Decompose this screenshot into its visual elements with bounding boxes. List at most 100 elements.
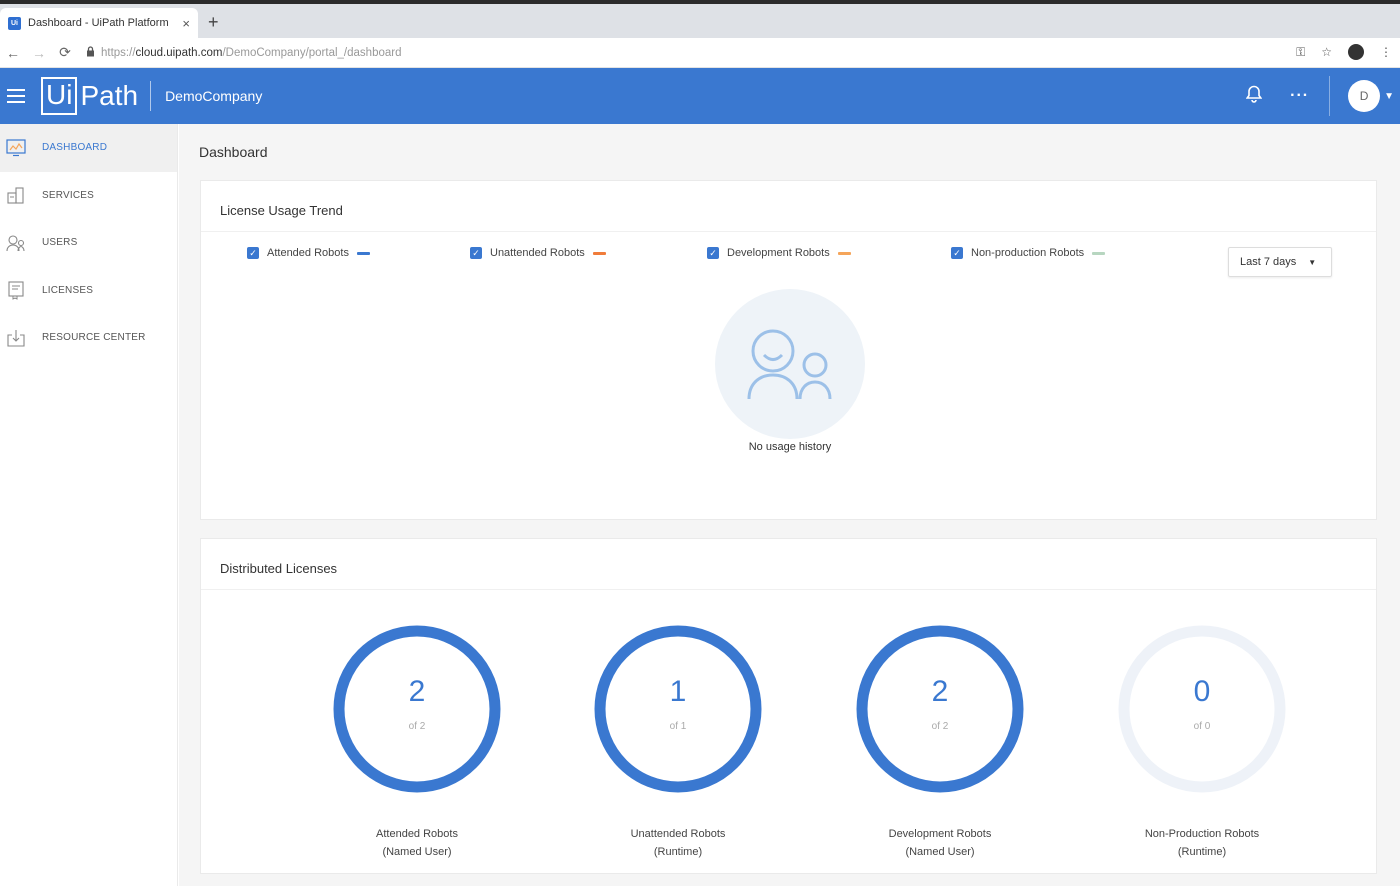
- donut-total: of 2: [408, 721, 426, 732]
- key-icon[interactable]: ⚿: [1296, 45, 1305, 60]
- notifications-bell-icon[interactable]: [1245, 85, 1263, 108]
- donut-value: 0: [1193, 675, 1211, 708]
- app-header: Ui Path DemoCompany ··· D ▼: [0, 68, 1400, 124]
- donut-total: of 0: [1193, 721, 1211, 732]
- address-bar: ← → ⟳ https://cloud.uipath.com/DemoCompa…: [0, 38, 1400, 68]
- card-title: Distributed Licenses: [201, 539, 1376, 590]
- licenses-icon: [6, 280, 26, 301]
- url-field[interactable]: https://cloud.uipath.com/DemoCompany/por…: [101, 47, 401, 59]
- browser-tab[interactable]: Ui Dashboard - UiPath Platform ×: [0, 8, 198, 38]
- donut-arc: [594, 625, 762, 793]
- donut-ring: [594, 625, 762, 793]
- donut-ring: [333, 625, 501, 793]
- donut-total: of 2: [931, 721, 949, 732]
- time-range-value: Last 7 days: [1240, 256, 1297, 268]
- donut-label: Non-Production Robots (Runtime): [1112, 825, 1292, 861]
- caret-down-icon: ▼: [1308, 257, 1317, 267]
- donut-attended-robots: 2 of 2 Attended Robots (Named User): [327, 619, 507, 861]
- tab-title: Dashboard - UiPath Platform: [28, 17, 169, 29]
- card-title: License Usage Trend: [201, 181, 1376, 232]
- donut-label: Unattended Robots (Runtime): [588, 825, 768, 861]
- dashboard-icon: [6, 138, 26, 158]
- legend-non-production-robots[interactable]: ✓ Non-production Robots: [951, 247, 1106, 259]
- donut-label-line2: (Named User): [905, 846, 975, 858]
- legend-swatch: [592, 251, 606, 255]
- legend-unattended-robots[interactable]: ✓ Unattended Robots: [470, 247, 606, 259]
- uipath-favicon-icon: Ui: [8, 16, 21, 30]
- donut-label-line1: Attended Robots: [376, 828, 458, 840]
- legend-swatch: [837, 251, 851, 255]
- donut-value: 2: [931, 675, 949, 708]
- donut-label-line1: Non-Production Robots: [1144, 828, 1260, 840]
- donut-total: of 1: [669, 721, 687, 732]
- header-divider: [150, 81, 152, 111]
- donut-label-line2: (Runtime): [653, 846, 703, 858]
- forward-icon[interactable]: →: [26, 45, 52, 61]
- legend-label: Unattended Robots: [490, 247, 585, 259]
- more-options-icon[interactable]: ···: [1290, 87, 1309, 105]
- hamburger-menu-icon[interactable]: [7, 89, 25, 103]
- legend-development-robots[interactable]: ✓ Development Robots: [707, 247, 851, 259]
- empty-state-text: No usage history: [748, 441, 832, 453]
- checkbox-checked-icon[interactable]: ✓: [951, 247, 963, 259]
- sidebar-item-users[interactable]: USERS: [0, 219, 177, 267]
- time-range-select[interactable]: Last 7 days ▼: [1228, 247, 1332, 277]
- checkbox-checked-icon[interactable]: ✓: [470, 247, 482, 259]
- back-icon[interactable]: ←: [0, 45, 26, 61]
- lock-icon: [86, 45, 95, 60]
- chevron-down-icon[interactable]: ▼: [1384, 91, 1394, 102]
- donut-arc: [856, 625, 1024, 793]
- browser-profile-icon[interactable]: [1348, 44, 1364, 60]
- sidebar-item-dashboard[interactable]: DASHBOARD: [0, 124, 177, 172]
- address-bar-actions: ⚿ ☆ ⋮: [1296, 44, 1392, 60]
- legend-label: Attended Robots: [267, 247, 349, 259]
- sidebar-item-services[interactable]: SERVICES: [0, 172, 177, 220]
- legend-label: Non-production Robots: [971, 247, 1085, 259]
- donut-label-line1: Unattended Robots: [630, 828, 726, 840]
- main-content: Dashboard License Usage Trend ✓ Attended…: [179, 124, 1400, 886]
- legend-swatch: [1092, 251, 1106, 255]
- license-usage-trend-card: License Usage Trend ✓ Attended Robots ✓ …: [200, 180, 1377, 520]
- browser-tabstrip: Ui Dashboard - UiPath Platform × +: [0, 4, 1400, 38]
- company-name[interactable]: DemoCompany: [165, 88, 262, 104]
- donut-value: 2: [408, 675, 426, 708]
- logo-ui: Ui: [41, 77, 78, 115]
- bookmark-star-icon[interactable]: ☆: [1321, 45, 1332, 59]
- checkbox-checked-icon[interactable]: ✓: [707, 247, 719, 259]
- legend-label: Development Robots: [727, 247, 830, 259]
- legend-attended-robots[interactable]: ✓ Attended Robots: [247, 247, 370, 259]
- header-separator: [1329, 76, 1331, 116]
- sidebar-item-licenses[interactable]: LICENSES: [0, 267, 177, 315]
- checkbox-checked-icon[interactable]: ✓: [247, 247, 259, 259]
- sidebar-item-label: LICENSES: [42, 284, 94, 296]
- sidebar-item-resource-center[interactable]: RESOURCE CENTER: [0, 314, 177, 362]
- header-actions: ··· D ▼: [1245, 68, 1400, 124]
- user-avatar[interactable]: D: [1348, 80, 1381, 112]
- users-icon: [6, 233, 26, 253]
- donut-value: 1: [669, 675, 687, 708]
- sidebar-item-label: SERVICES: [42, 189, 94, 201]
- donut-development-robots: 2 of 2 Development Robots (Named User): [850, 619, 1030, 861]
- new-tab-button[interactable]: +: [208, 12, 219, 33]
- donut-label: Attended Robots (Named User): [327, 825, 507, 861]
- sidebar-item-label: RESOURCE CENTER: [42, 332, 146, 344]
- resource-center-icon: [6, 328, 26, 348]
- url-host: cloud.uipath.com: [135, 46, 223, 59]
- reload-icon[interactable]: ⟳: [52, 44, 78, 61]
- donut-label: Development Robots (Named User): [850, 825, 1030, 861]
- close-tab-icon[interactable]: ×: [182, 16, 190, 31]
- sidebar-item-label: USERS: [42, 237, 78, 249]
- donut-track: [1118, 625, 1286, 793]
- donut-ring: [856, 625, 1024, 793]
- donut-label-line2: (Named User): [382, 846, 452, 858]
- donut-label-line1: Development Robots: [888, 828, 992, 840]
- browser-menu-icon[interactable]: ⋮: [1380, 45, 1392, 59]
- uipath-logo[interactable]: Ui Path: [41, 77, 138, 115]
- donut-ring: [1118, 625, 1286, 793]
- legend-swatch: [356, 251, 370, 255]
- services-icon: [6, 185, 26, 205]
- no-usage-users-icon: [715, 289, 865, 439]
- donut-arc: [333, 625, 501, 793]
- donut-unattended-robots: 1 of 1 Unattended Robots (Runtime): [588, 619, 768, 861]
- sidebar: DASHBOARD SERVICES USERS LICENSES RESOUR…: [0, 124, 178, 886]
